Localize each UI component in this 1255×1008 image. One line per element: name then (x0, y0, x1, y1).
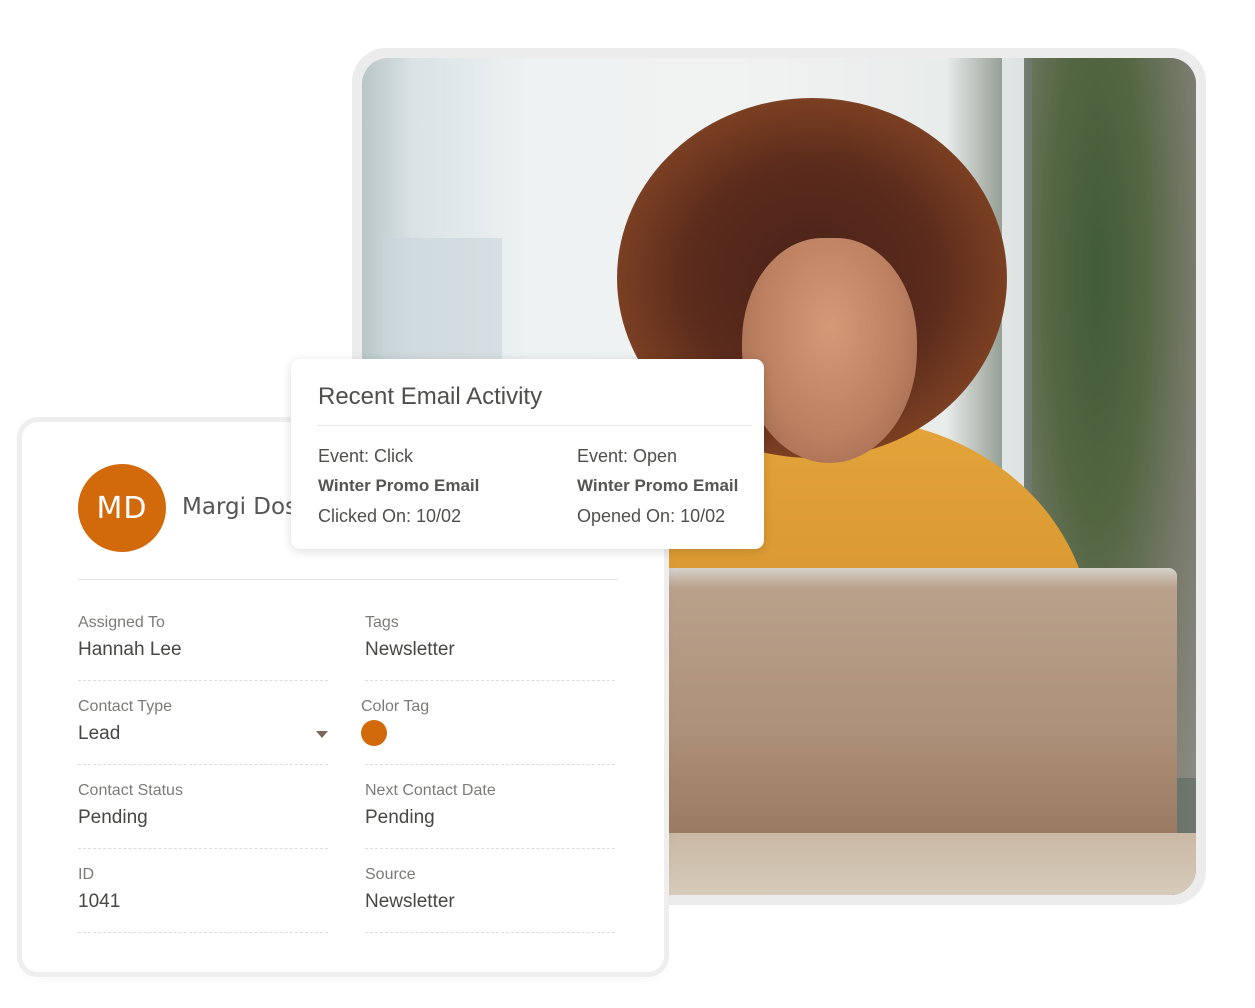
avatar-initials: MD (96, 490, 148, 526)
field-value: Hannah Lee (78, 639, 182, 660)
event-date: Clicked On: 10/02 (318, 506, 462, 526)
email-activity-card: Recent Email Activity Event: Click Winte… (291, 359, 764, 549)
email-activity-title: Recent Email Activity (318, 383, 543, 410)
field-label: Tags (365, 614, 399, 631)
photo-person-face (742, 238, 917, 463)
field-assigned-to[interactable]: Assigned To Hannah Lee (78, 613, 328, 697)
event-type: Event: Open (577, 446, 678, 466)
email-event-open[interactable]: Event: Open Winter Promo Email Opened On… (577, 441, 777, 531)
event-date: Opened On: 10/02 (577, 506, 726, 526)
event-type: Event: Click (318, 446, 414, 466)
color-swatch[interactable] (361, 720, 387, 746)
field-underline (365, 932, 615, 933)
field-underline (78, 764, 328, 765)
field-label: ID (78, 866, 94, 883)
field-label: Source (365, 866, 416, 883)
field-underline (78, 680, 328, 681)
field-value: Pending (78, 807, 148, 828)
contact-type-select[interactable]: Contact Type Lead (78, 697, 328, 781)
field-value: Pending (365, 807, 435, 828)
field-value: Newsletter (365, 639, 455, 660)
field-underline (78, 932, 328, 933)
field-label: Next Contact Date (365, 782, 496, 799)
field-value: 1041 (78, 891, 121, 912)
field-label: Contact Status (78, 782, 183, 799)
field-value: Newsletter (365, 891, 455, 912)
contact-name: Margi Dos (182, 494, 298, 520)
field-next-contact-date[interactable]: Next Contact Date Pending (365, 781, 615, 865)
chevron-down-icon[interactable] (316, 731, 328, 738)
field-contact-status[interactable]: Contact Status Pending (78, 781, 328, 865)
header-divider (78, 579, 618, 580)
field-underline (78, 848, 328, 849)
field-underline (365, 848, 615, 849)
field-tags[interactable]: Tags Newsletter (365, 613, 615, 697)
field-underline (365, 680, 615, 681)
field-color-tag[interactable]: Color Tag (361, 697, 615, 781)
field-id: ID 1041 (78, 865, 328, 949)
event-email-name: Winter Promo Email (577, 476, 739, 495)
field-source[interactable]: Source Newsletter (365, 865, 615, 949)
event-email-name: Winter Promo Email (318, 476, 480, 495)
field-label: Contact Type (78, 698, 172, 715)
field-underline (365, 764, 615, 765)
email-activity-divider (318, 425, 752, 426)
field-value: Lead (78, 723, 121, 744)
field-label: Color Tag (361, 698, 430, 715)
field-label: Assigned To (78, 614, 165, 631)
email-event-click[interactable]: Event: Click Winter Promo Email Clicked … (318, 441, 518, 531)
avatar: MD (78, 464, 166, 552)
